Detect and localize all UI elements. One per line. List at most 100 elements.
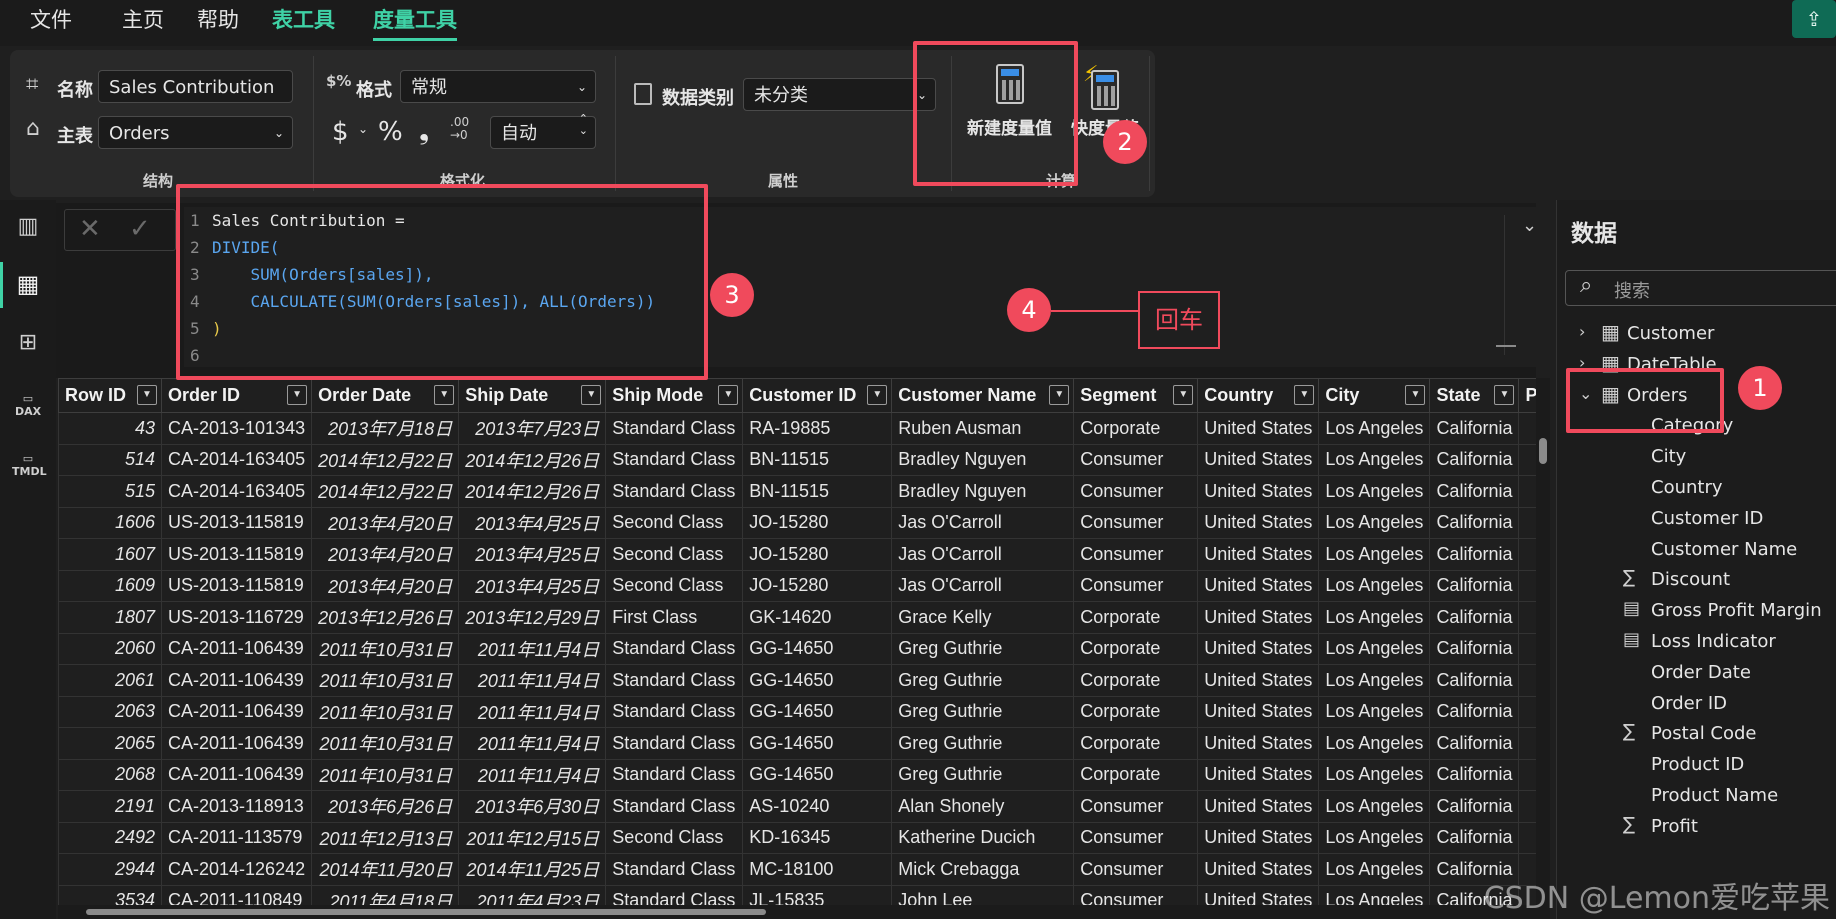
table-cell[interactable]: 2013年6月30日: [458, 790, 607, 823]
table-cell[interactable]: Jas O'Carroll: [891, 506, 1075, 539]
table-cell[interactable]: California: [1429, 821, 1520, 854]
table-cell[interactable]: 43: [58, 412, 162, 445]
table-row[interactable]: 2060 CA-2011-106439 2011年10月31日 2011年11月4日 S…: [58, 632, 1536, 665]
table-cell[interactable]: United States: [1197, 664, 1320, 697]
table-cell[interactable]: California: [1429, 538, 1520, 571]
table-cell[interactable]: GG-14650: [742, 758, 893, 791]
table-row[interactable]: 2065 CA-2011-106439 2011年10月31日 2011年11月4日 S…: [58, 727, 1536, 760]
table-cell[interactable]: US-2013-115819: [160, 569, 313, 602]
table-cell[interactable]: Corporate: [1073, 412, 1199, 445]
table-cell[interactable]: United States: [1197, 538, 1320, 571]
column-header[interactable]: Row ID ▼: [58, 378, 162, 413]
table-cell[interactable]: 2011年12月15日: [458, 821, 607, 854]
vertical-scrollbar[interactable]: [1536, 378, 1550, 919]
measure-name-input[interactable]: Sales Contribution: [98, 70, 293, 103]
table-cell[interactable]: Katherine Ducich: [891, 821, 1075, 854]
table-cell[interactable]: Jas O'Carroll: [891, 538, 1075, 571]
table-cell[interactable]: Second Class: [605, 569, 744, 602]
table-cell[interactable]: Los Angeles: [1318, 506, 1431, 539]
table-cell[interactable]: Greg Guthrie: [891, 664, 1075, 697]
menu-file[interactable]: 文件: [30, 4, 72, 34]
table-cell[interactable]: Standard Class: [605, 475, 744, 508]
table-cell[interactable]: Standard Class: [605, 412, 744, 445]
percent-button[interactable]: %: [378, 117, 403, 147]
table-cell[interactable]: Second Class: [605, 506, 744, 539]
filter-dropdown-icon[interactable]: ▼: [1405, 385, 1426, 405]
field-item[interactable]: Customer ID: [1557, 505, 1836, 535]
table-cell[interactable]: CA-2014-163405: [160, 475, 313, 508]
table-cell[interactable]: Second Class: [605, 821, 744, 854]
filter-dropdown-icon[interactable]: ▼: [581, 385, 602, 405]
table-cell[interactable]: 2013年12月29日: [458, 601, 607, 634]
decimal-auto-input[interactable]: 自动 ⌃ ⌄: [490, 113, 596, 149]
table-cell[interactable]: KD-16345: [742, 821, 893, 854]
table-cell[interactable]: 2011年10月31日: [311, 632, 460, 665]
table-row[interactable]: 2068 CA-2011-106439 2011年10月31日 2011年11月4日 S…: [58, 758, 1536, 791]
table-cell[interactable]: Ruben Ausman: [891, 412, 1075, 445]
table-cell[interactable]: Consumer: [1073, 475, 1199, 508]
table-cell[interactable]: 2063: [58, 695, 162, 728]
table-cell[interactable]: Consumer: [1073, 821, 1199, 854]
table-cell[interactable]: Los Angeles: [1318, 412, 1431, 445]
table-cell[interactable]: [1518, 727, 1536, 760]
table-cell[interactable]: 2013年7月23日: [458, 412, 607, 445]
table-cell[interactable]: Los Angeles: [1318, 853, 1431, 886]
table-node-customer[interactable]: › ▦ Customer: [1557, 320, 1836, 350]
field-item[interactable]: Product ID: [1557, 751, 1836, 781]
currency-button[interactable]: $: [332, 117, 349, 147]
table-cell[interactable]: Los Angeles: [1318, 475, 1431, 508]
table-cell[interactable]: GG-14650: [742, 727, 893, 760]
table-cell[interactable]: 2014年11月20日: [311, 853, 460, 886]
table-cell[interactable]: US-2013-115819: [160, 538, 313, 571]
table-cell[interactable]: Consumer: [1073, 790, 1199, 823]
table-cell[interactable]: California: [1429, 695, 1520, 728]
table-cell[interactable]: 2060: [58, 632, 162, 665]
table-cell[interactable]: [1518, 790, 1536, 823]
table-cell[interactable]: MC-18100: [742, 853, 893, 886]
table-cell[interactable]: California: [1429, 758, 1520, 791]
chevron-down-icon[interactable]: ⌄: [358, 122, 368, 136]
table-cell[interactable]: CA-2013-101343: [160, 412, 313, 445]
home-table-select[interactable]: Orders ⌄: [98, 116, 293, 149]
table-cell[interactable]: First Class: [605, 601, 744, 634]
field-item[interactable]: ∑ Discount: [1557, 566, 1836, 596]
table-cell[interactable]: 2011年11月4日: [458, 695, 607, 728]
table-cell[interactable]: 2014年12月22日: [311, 475, 460, 508]
filter-dropdown-icon[interactable]: ▼: [1294, 385, 1315, 405]
table-cell[interactable]: Mick Crebagga: [891, 853, 1075, 886]
table-cell[interactable]: Greg Guthrie: [891, 758, 1075, 791]
table-cell[interactable]: Standard Class: [605, 790, 744, 823]
share-icon[interactable]: ⇪: [1792, 0, 1836, 38]
table-cell[interactable]: 2013年4月20日: [311, 506, 460, 539]
table-cell[interactable]: 1609: [58, 569, 162, 602]
report-view-icon[interactable]: ▥: [12, 214, 44, 246]
table-cell[interactable]: Corporate: [1073, 664, 1199, 697]
column-header[interactable]: Customer Name ▼: [891, 378, 1075, 413]
table-cell[interactable]: Standard Class: [605, 853, 744, 886]
spinner-icon[interactable]: ⌃ ⌄: [579, 113, 588, 137]
table-cell[interactable]: US-2013-115819: [160, 506, 313, 539]
table-cell[interactable]: 2011年12月13日: [311, 821, 460, 854]
table-cell[interactable]: CA-2014-126242: [160, 853, 313, 886]
table-cell[interactable]: United States: [1197, 506, 1320, 539]
filter-dropdown-icon[interactable]: ▼: [434, 385, 455, 405]
table-cell[interactable]: Corporate: [1073, 758, 1199, 791]
table-cell[interactable]: Los Angeles: [1318, 790, 1431, 823]
table-cell[interactable]: 2492: [58, 821, 162, 854]
table-cell[interactable]: Los Angeles: [1318, 538, 1431, 571]
table-cell[interactable]: 2013年4月20日: [311, 538, 460, 571]
chevron-right-icon[interactable]: ›: [1579, 322, 1585, 341]
field-item[interactable]: Product Name: [1557, 782, 1836, 812]
table-cell[interactable]: United States: [1197, 412, 1320, 445]
table-cell[interactable]: Jas O'Carroll: [891, 569, 1075, 602]
table-cell[interactable]: United States: [1197, 727, 1320, 760]
filter-dropdown-icon[interactable]: ▼: [1494, 385, 1515, 405]
table-cell[interactable]: [1518, 632, 1536, 665]
column-header[interactable]: Ship Mode ▼: [605, 378, 744, 413]
table-cell[interactable]: CA-2011-106439: [160, 632, 313, 665]
table-cell[interactable]: 1607: [58, 538, 162, 571]
table-cell[interactable]: CA-2014-163405: [160, 443, 313, 476]
table-cell[interactable]: Los Angeles: [1318, 601, 1431, 634]
column-header[interactable]: City ▼: [1318, 378, 1431, 413]
table-cell[interactable]: 1807: [58, 601, 162, 634]
